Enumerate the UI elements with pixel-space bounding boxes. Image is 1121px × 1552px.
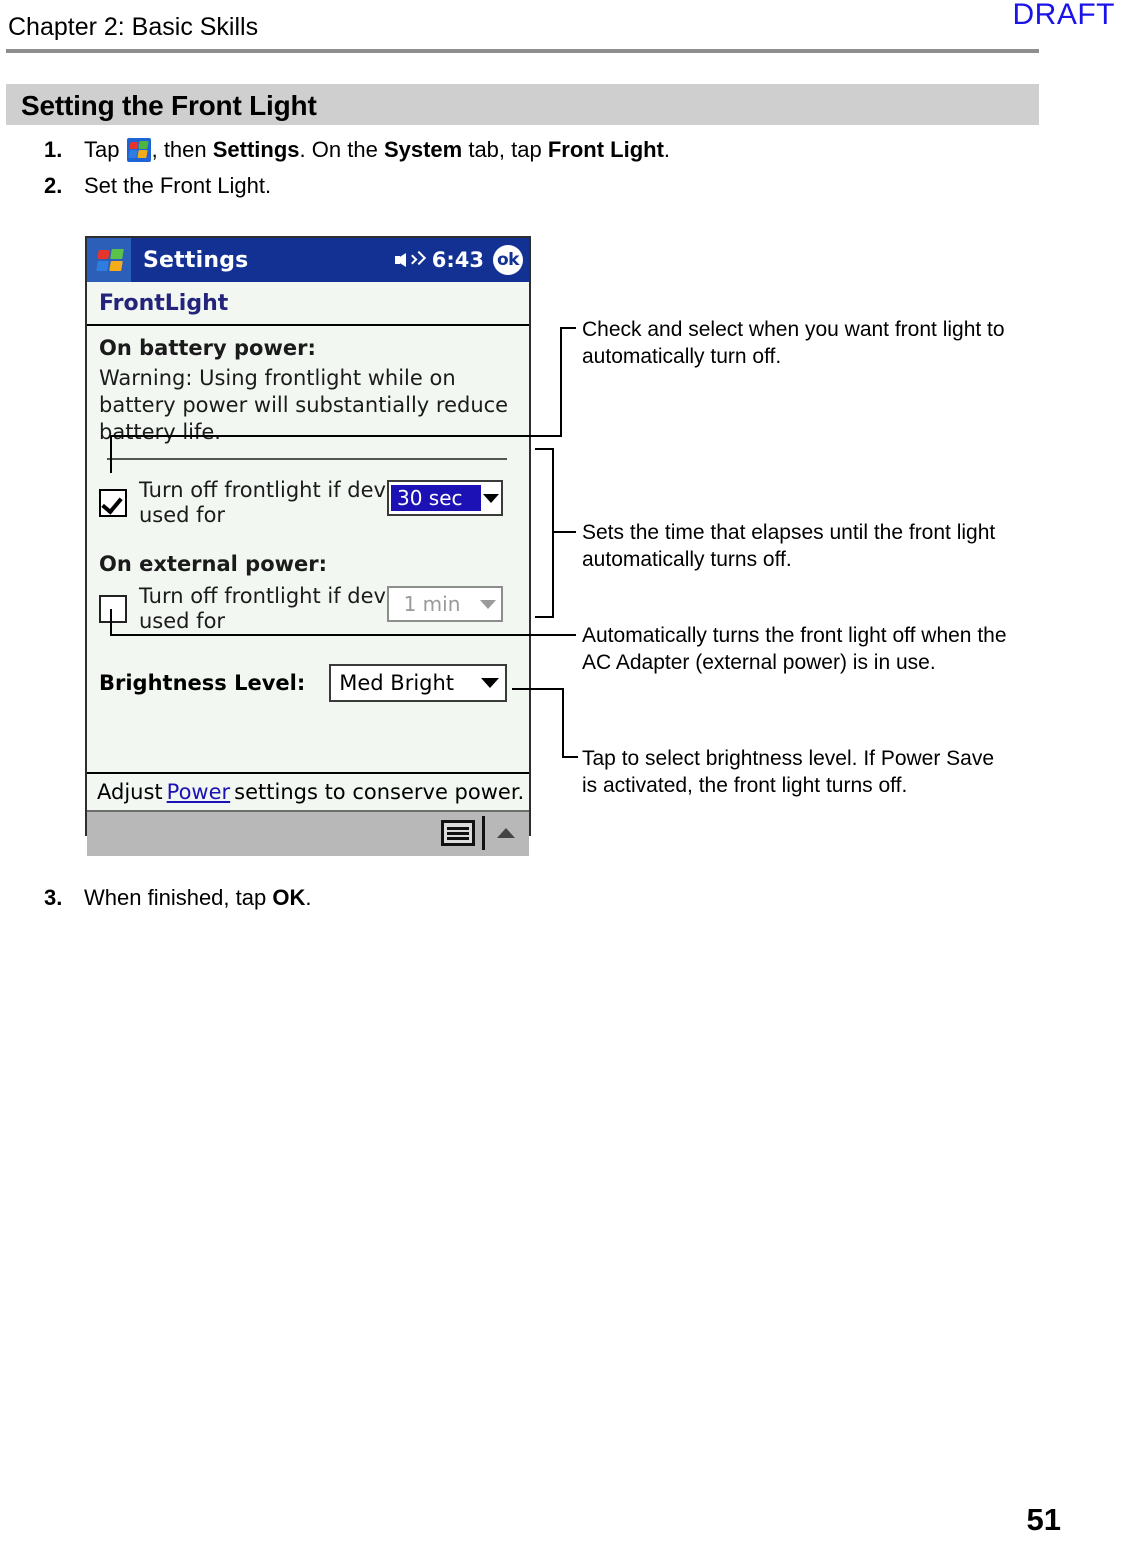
pda-status-area: 6:43 ok bbox=[394, 238, 523, 282]
brightness-label: Brightness Level: bbox=[99, 671, 306, 695]
callout-external-line-h bbox=[110, 634, 576, 636]
battery-timeout-value: 30 sec bbox=[391, 485, 481, 511]
external-timeout-row: Turn off frontlight if device is not use… bbox=[99, 584, 517, 634]
step-1-part-tap: Tap bbox=[84, 137, 126, 162]
chapter-title: Chapter 2: Basic Skills bbox=[8, 13, 259, 41]
power-hint-prefix: Adjust bbox=[97, 780, 163, 804]
step-1-part-period: . bbox=[663, 137, 671, 162]
clock-label[interactable]: 6:43 bbox=[432, 248, 484, 272]
callout-checkbox-line-tick bbox=[560, 327, 576, 329]
callout-external: Automatically turns the front light off … bbox=[582, 624, 1007, 674]
step-3-number: 3. bbox=[44, 885, 63, 910]
callout-checkbox-line-h1 bbox=[110, 435, 562, 437]
page-number: 51 bbox=[1026, 1502, 1061, 1537]
chevron-up-icon[interactable] bbox=[497, 828, 515, 838]
step-3-part-period: . bbox=[305, 885, 312, 910]
section-header-band: Setting the Front Light bbox=[6, 84, 1039, 125]
step-1-part-onthe: . On the bbox=[299, 137, 384, 162]
keyboard-icon[interactable] bbox=[441, 820, 475, 846]
step-1-part-frontlight: Front Light bbox=[547, 137, 664, 162]
callout-brightness-line-v bbox=[562, 688, 564, 758]
battery-warning-text: Warning: Using frontlight while on batte… bbox=[99, 366, 509, 444]
step-3-part-when: When finished, tap bbox=[84, 885, 273, 910]
battery-section-heading: On battery power: bbox=[99, 336, 316, 360]
callout-external-line-v bbox=[110, 609, 112, 636]
callout-timeout: Sets the time that elapses until the fro… bbox=[582, 521, 996, 571]
section-divider bbox=[107, 458, 507, 460]
step-1-part-system: System bbox=[383, 137, 463, 162]
pda-content: On battery power: Warning: Using frontli… bbox=[87, 326, 529, 772]
step-1-part-tab: tab, tap bbox=[462, 137, 548, 162]
brightness-row: Brightness Level: Med Bright bbox=[99, 664, 517, 702]
pda-taskbar bbox=[87, 810, 529, 856]
start-button[interactable] bbox=[87, 238, 131, 282]
external-timeout-dropdown[interactable]: 1 min bbox=[387, 586, 503, 622]
brightness-value: Med Bright bbox=[339, 671, 455, 695]
callout-checkbox: Check and select when you want front lig… bbox=[582, 318, 1005, 368]
step-1-number: 1. bbox=[44, 137, 63, 162]
chevron-down-icon bbox=[475, 600, 501, 609]
taskbar-divider bbox=[482, 816, 485, 850]
step-2-text: Set the Front Light. bbox=[84, 173, 272, 198]
callout-brightness-line-h1 bbox=[512, 688, 564, 690]
callout-timeout-line-bottom bbox=[535, 616, 554, 618]
callout-brightness-line-tick bbox=[562, 756, 578, 758]
pda-screenshot: Settings 6:43 ok FrontLight On battery p… bbox=[85, 236, 531, 856]
chevron-down-icon bbox=[475, 678, 505, 688]
step-3-text: When finished, tap OK. bbox=[84, 884, 311, 912]
callout-timeout-line-v bbox=[552, 448, 554, 618]
pda-app-title: Settings bbox=[143, 247, 249, 273]
draft-watermark: DRAFT bbox=[1012, 0, 1115, 31]
external-timeout-value: 1 min bbox=[403, 592, 461, 616]
ok-button[interactable]: ok bbox=[493, 245, 523, 275]
pda-titlebar: Settings 6:43 ok bbox=[87, 238, 529, 282]
callout-timeout-line-tick bbox=[552, 531, 576, 533]
callout-timeout-line-top bbox=[535, 448, 554, 450]
windows-start-icon bbox=[126, 138, 151, 162]
chevron-down-icon bbox=[481, 494, 501, 503]
pda-page-subtitle: FrontLight bbox=[87, 282, 529, 326]
callout-checkbox-line-v2 bbox=[560, 327, 562, 437]
step-1-text: Tap , then Settings. On the System tab, … bbox=[84, 136, 670, 164]
battery-timeout-checkbox[interactable] bbox=[99, 489, 127, 517]
callout-brightness: Tap to select brightness level. If Power… bbox=[582, 747, 995, 797]
header-divider bbox=[6, 49, 1039, 53]
battery-timeout-dropdown[interactable]: 30 sec bbox=[387, 480, 503, 516]
power-hint-row: Adjust Power settings to conserve power. bbox=[87, 772, 529, 810]
step-1-part-then: , then bbox=[151, 137, 213, 162]
windows-start-icon bbox=[96, 248, 124, 273]
external-timeout-checkbox[interactable] bbox=[99, 595, 127, 623]
step-1-part-settings: Settings bbox=[212, 137, 300, 162]
battery-timeout-row: Turn off frontlight if device is not use… bbox=[99, 478, 517, 528]
brightness-dropdown[interactable]: Med Bright bbox=[329, 664, 508, 702]
page-title: Setting the Front Light bbox=[21, 90, 317, 121]
power-settings-link[interactable]: Power bbox=[167, 780, 231, 804]
step-3-part-ok: OK bbox=[272, 885, 306, 910]
speaker-icon[interactable] bbox=[394, 250, 426, 270]
power-hint-suffix: settings to conserve power. bbox=[234, 780, 525, 804]
callout-checkbox-line-v1 bbox=[110, 435, 112, 473]
external-section-heading: On external power: bbox=[99, 552, 328, 576]
step-2-number: 2. bbox=[44, 173, 63, 198]
